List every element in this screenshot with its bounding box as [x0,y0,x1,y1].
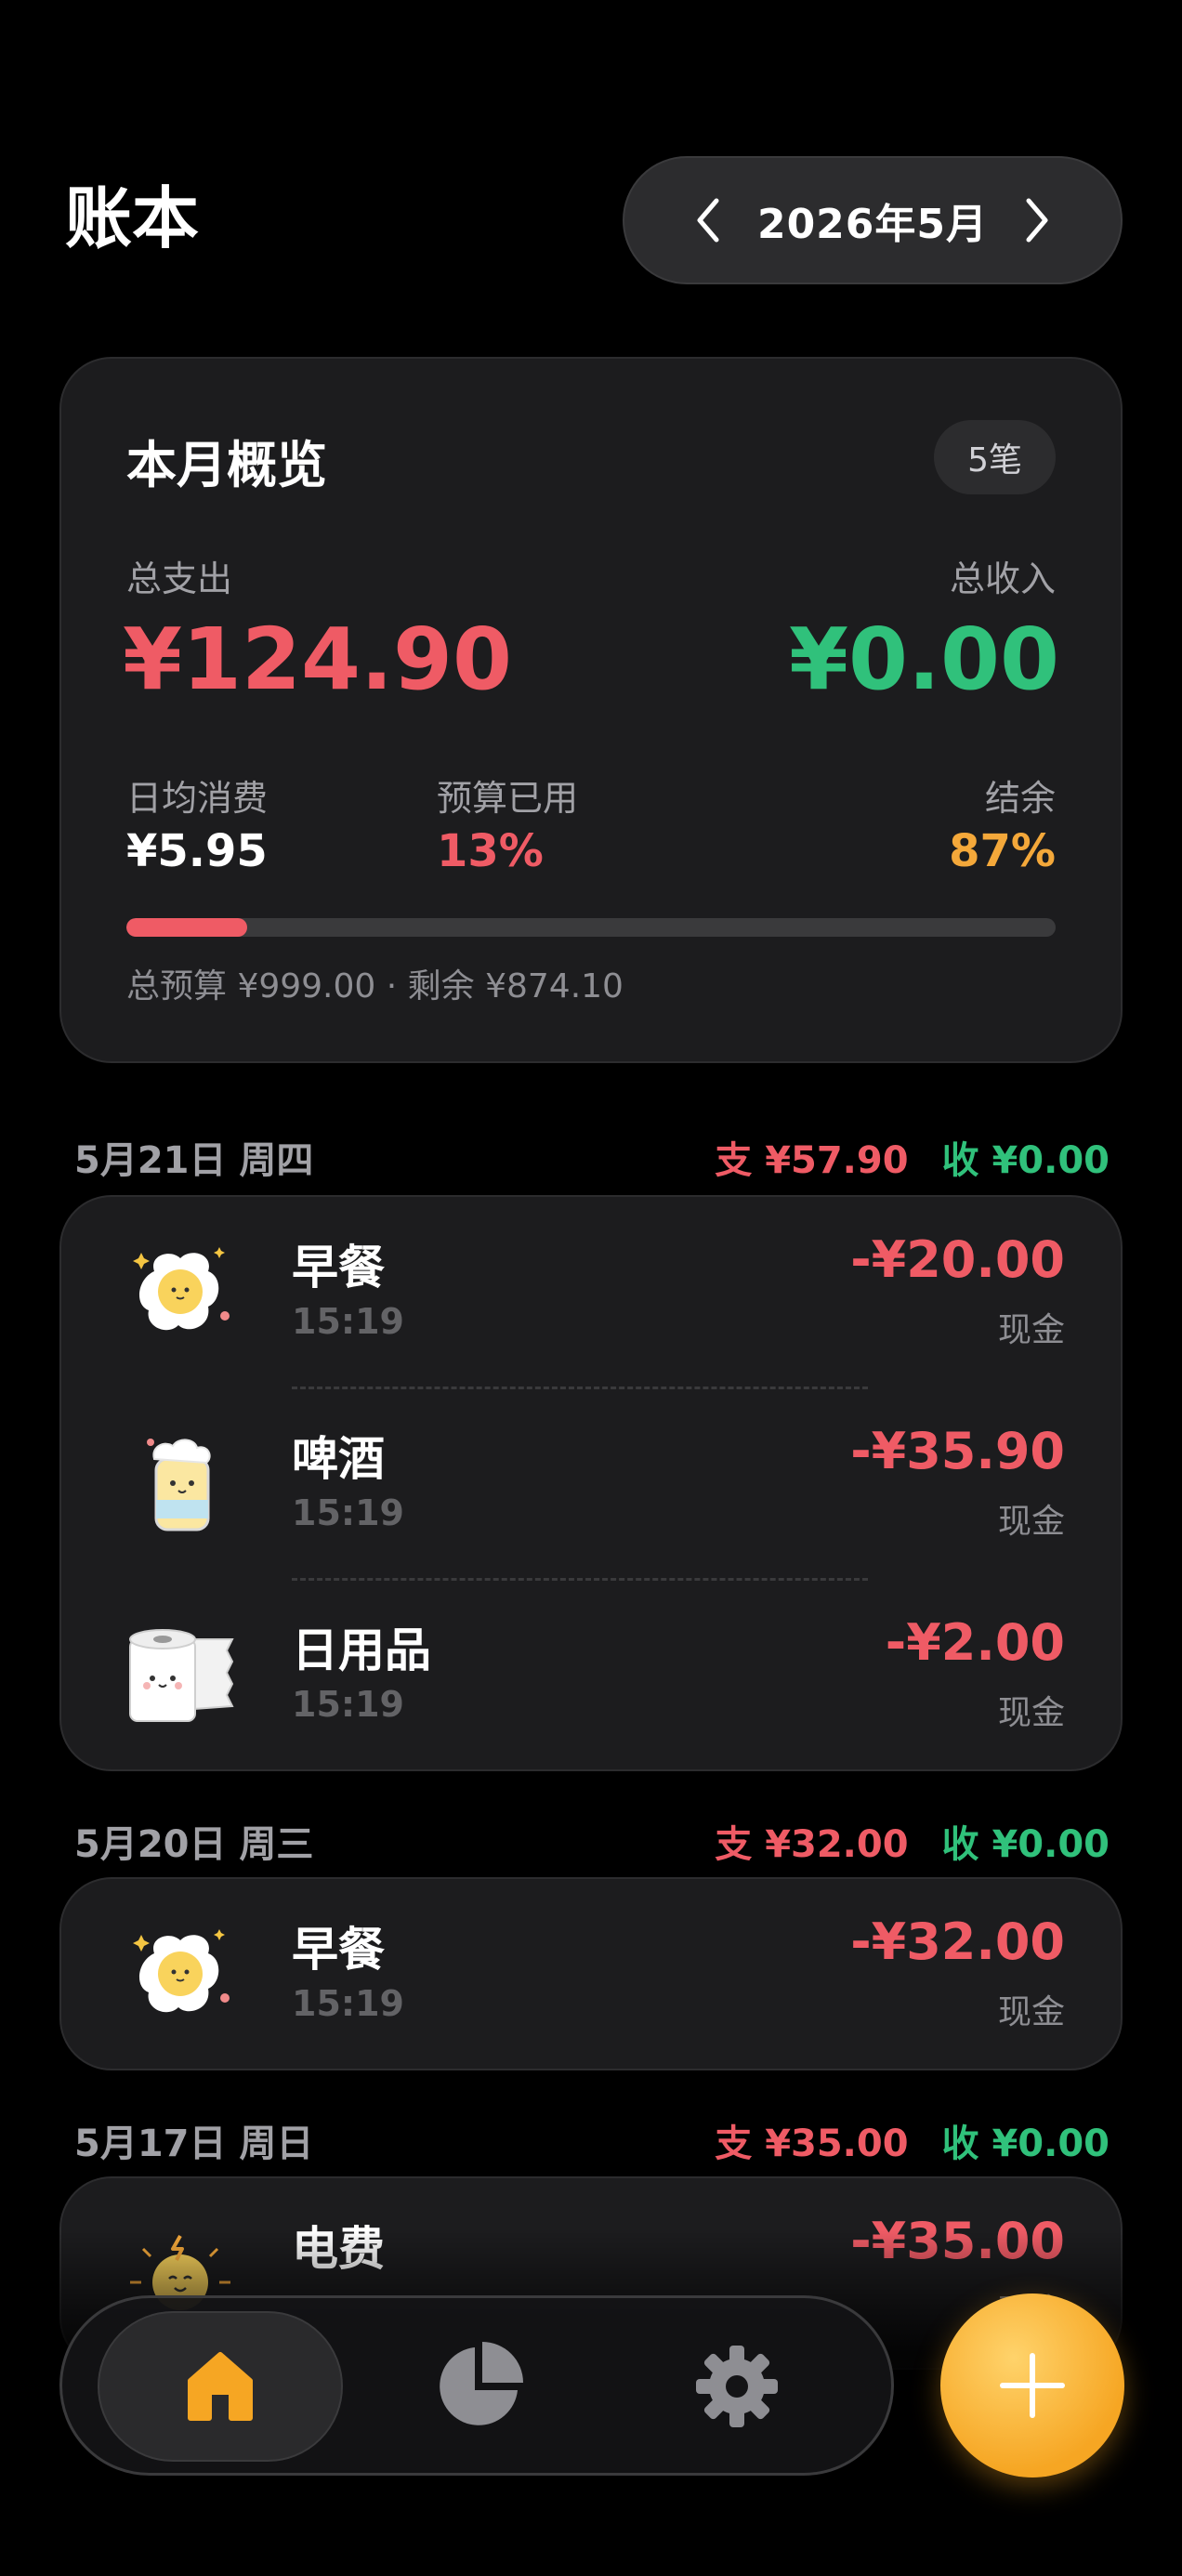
nav-home-button[interactable] [98,2311,343,2462]
day-card: 早餐 15:19 -¥20.00 现金 啤酒 15:19 -¥35.90 现金 [59,1195,1123,1771]
transaction-row[interactable]: 日用品 15:19 -¥2.00 现金 [61,1580,1121,1769]
day-date: 5月20日 周三 [74,1823,314,1866]
month-summary-card: 本月概览 5笔 总支出 总收入 ¥124.90 ¥0.00 日均消费 预算已用 … [59,357,1123,1063]
next-month-button[interactable] [1009,192,1065,248]
home-icon [188,2352,253,2421]
transaction-time: 15:19 [292,1684,404,1725]
chevron-right-icon [1026,198,1048,243]
daily-average-label: 日均消费 [126,778,269,819]
transaction-time: 15:19 [292,1301,404,1342]
summary-title: 本月概览 [126,436,327,494]
plus-icon [1000,2353,1065,2418]
day-date: 5月21日 周四 [74,1139,314,1182]
payment-method: 现金 [997,1503,1065,1541]
day-totals: 支 ¥32.00 收 ¥0.00 [681,1814,1110,1868]
day-expense-total: 支 ¥57.90 [715,1139,909,1182]
transaction-name: 日用品 [292,1623,431,1677]
fried-egg-icon [123,1916,238,2031]
payment-method: 现金 [997,1694,1065,1732]
transaction-name: 啤酒 [292,1432,385,1486]
day-expense-total: 支 ¥35.00 [715,2123,909,2165]
gear-icon [696,2346,778,2427]
nav-stats-button[interactable] [386,2311,571,2462]
day-header: 5月17日 周日 支 ¥35.00 收 ¥0.00 [74,2113,1110,2165]
prev-month-button[interactable] [680,192,736,248]
transaction-amount: -¥32.00 [850,1912,1065,1971]
transaction-amount: -¥20.00 [850,1230,1065,1289]
day-header: 5月21日 周四 支 ¥57.90 收 ¥0.00 [74,1130,1110,1182]
budget-footer: 总预算 ¥999.00 · 剩余 ¥874.10 [126,967,624,1005]
day-expense-total: 支 ¥32.00 [715,1823,909,1866]
page-title: 账本 [65,179,200,257]
day-income-total: 收 ¥0.00 [941,1139,1110,1182]
transaction-time: 15:19 [292,1492,404,1533]
transaction-name: 早餐 [292,1241,385,1295]
transaction-count-badge: 5笔 [934,420,1056,494]
transaction-row[interactable]: 早餐 15:19 -¥32.00 现金 [61,1879,1121,2069]
total-income-value: ¥0.00 [788,610,1059,709]
nav-settings-button[interactable] [644,2311,830,2462]
fried-egg-icon [123,1234,238,1349]
transaction-time: 15:19 [292,1983,404,2024]
total-expense-label: 总支出 [126,559,233,599]
total-income-label: 总收入 [949,559,1056,599]
daily-average-value: ¥5.95 [126,825,268,877]
day-income-total: 收 ¥0.00 [941,1823,1110,1866]
month-selector: 2026年5月 [623,156,1123,284]
pie-chart-icon [440,2342,523,2425]
transaction-amount: -¥2.00 [885,1613,1065,1672]
budget-progress-bar [126,918,1056,937]
transaction-amount: -¥35.90 [850,1422,1065,1480]
day-income-total: 收 ¥0.00 [941,2123,1110,2165]
day-card: 早餐 15:19 -¥32.00 现金 [59,1877,1123,2070]
balance-value: 87% [949,825,1056,877]
transaction-row[interactable]: 啤酒 15:19 -¥35.90 现金 [61,1388,1121,1580]
day-header: 5月20日 周三 支 ¥32.00 收 ¥0.00 [74,1814,1110,1866]
bottom-nav [59,2295,894,2476]
balance-label: 结余 [984,778,1056,819]
transaction-name: 早餐 [292,1923,385,1977]
month-label[interactable]: 2026年5月 [757,191,988,250]
payment-method: 现金 [997,1993,1065,2031]
budget-progress-fill [126,918,247,937]
day-date: 5月17日 周日 [74,2123,314,2165]
day-totals: 支 ¥57.90 收 ¥0.00 [681,1130,1110,1184]
beer-icon [123,1426,238,1541]
budget-used-value: 13% [437,825,544,877]
total-expense-value: ¥124.90 [123,610,513,709]
day-totals: 支 ¥35.00 收 ¥0.00 [681,2113,1110,2167]
budget-used-label: 预算已用 [437,778,579,819]
toilet-paper-icon [123,1617,238,1732]
transaction-row[interactable]: 早餐 15:19 -¥20.00 现金 [61,1197,1121,1388]
add-transaction-button[interactable] [940,2293,1124,2477]
chevron-left-icon [697,198,719,243]
payment-method: 现金 [997,1311,1065,1349]
